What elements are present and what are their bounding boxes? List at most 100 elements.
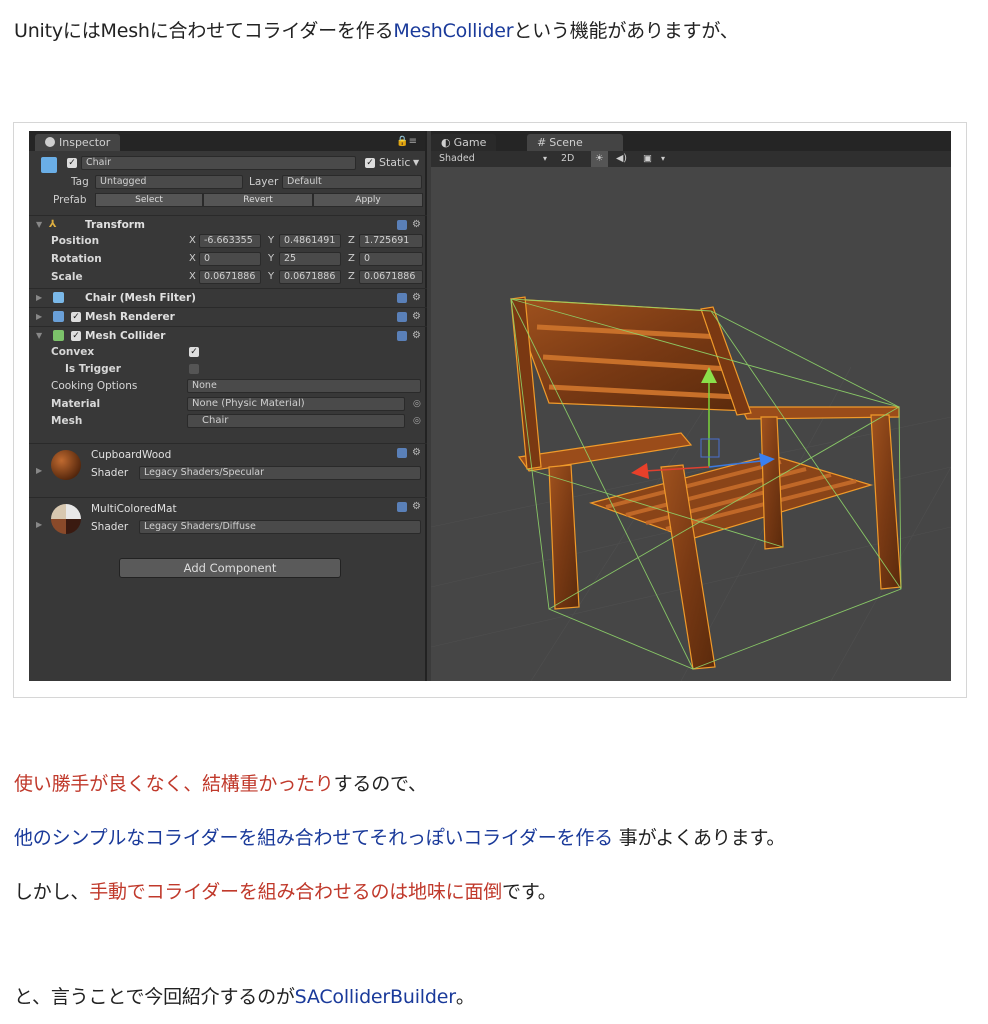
tab-game[interactable]: ◐ Game bbox=[431, 134, 497, 151]
position-x-field[interactable]: -6.663355 bbox=[199, 234, 261, 248]
object-header: ✓ Chair ✓ Static ▼ bbox=[29, 153, 427, 173]
add-component-button[interactable]: Add Component bbox=[119, 558, 341, 578]
mesh-renderer-title: Mesh Renderer bbox=[85, 311, 175, 323]
sacolliderbuilder-link[interactable]: SAColliderBuilder bbox=[295, 986, 456, 1008]
rotation-label: Rotation bbox=[51, 253, 102, 265]
transform-header[interactable]: ▼ ⅄ Transform ⚙ bbox=[29, 215, 427, 233]
scene-viewport[interactable] bbox=[431, 167, 951, 681]
is-trigger-checkbox[interactable] bbox=[189, 364, 199, 374]
inspector-tabbar: Inspector 🔒≡ bbox=[29, 131, 425, 151]
object-picker-icon[interactable]: ◎ bbox=[413, 395, 421, 413]
position-label: Position bbox=[51, 235, 100, 247]
gear-icon[interactable]: ⚙ bbox=[412, 498, 421, 516]
scale-y-field[interactable]: 0.0671886 bbox=[279, 270, 341, 284]
prefab-select-button[interactable]: Select bbox=[95, 193, 203, 207]
tab-scene-label: Scene bbox=[549, 136, 583, 149]
help-icon[interactable] bbox=[397, 448, 407, 458]
shader-dropdown[interactable]: Legacy Shaders/Diffuse bbox=[139, 520, 421, 534]
prefab-label: Prefab bbox=[53, 194, 87, 206]
layer-dropdown[interactable]: Default bbox=[282, 175, 422, 189]
grid-icon: # bbox=[537, 136, 547, 149]
rotation-y-field[interactable]: 25 bbox=[279, 252, 341, 266]
material-cupboardwood[interactable]: ▶ CupboardWood Shader Legacy Shaders/Spe… bbox=[29, 443, 427, 497]
y-axis-label: Y bbox=[268, 253, 275, 264]
shading-dropdown-icon[interactable]: ▾ bbox=[543, 151, 547, 167]
scene-toolbar: Shaded ▾ 2D ☀ ◀) ▣ ▾ bbox=[431, 151, 951, 167]
shading-mode-dropdown[interactable]: Shaded bbox=[439, 151, 475, 167]
help-icon[interactable] bbox=[397, 293, 407, 303]
static-dropdown-icon[interactable]: ▼ bbox=[413, 154, 419, 172]
cooking-options-label: Cooking Options bbox=[51, 380, 138, 392]
lighting-icon[interactable]: ☀ bbox=[591, 151, 608, 167]
body-text: と、言うことで今回紹介するのが bbox=[14, 986, 295, 1008]
help-icon[interactable] bbox=[397, 502, 407, 512]
emphasis-text: 他のシンプルなコライダーを組み合わせてそれっぽいコライダーを作る bbox=[14, 827, 613, 849]
tab-scene[interactable]: # Scene bbox=[527, 134, 623, 151]
material-multicoloredmat[interactable]: ▶ MultiColoredMat Shader Legacy Shaders/… bbox=[29, 497, 427, 547]
mesh-renderer-header[interactable]: ▶ ✓ Mesh Renderer ⚙ bbox=[29, 307, 427, 325]
shader-label: Shader bbox=[91, 467, 129, 479]
unity-editor: Inspector 🔒≡ ✓ Chair ✓ Static ▼ Tag Unta… bbox=[29, 131, 951, 681]
material-name: MultiColoredMat bbox=[91, 503, 177, 515]
prefab-row: Prefab Select Revert Apply bbox=[29, 191, 427, 209]
mesh-field[interactable]: Chair bbox=[187, 414, 405, 428]
intro-paragraph: UnityにはMeshに合わせてコライダーを作るMeshColliderという機… bbox=[14, 18, 739, 44]
chair-model[interactable] bbox=[510, 296, 902, 670]
image-effects-icon[interactable]: ▣ bbox=[643, 151, 652, 167]
help-icon[interactable] bbox=[397, 331, 407, 341]
is-trigger-row: Is Trigger bbox=[29, 360, 427, 378]
body-text: です。 bbox=[502, 881, 557, 903]
emphasis-text: 手動でコライダーを組み合わせるのは地味に面倒 bbox=[89, 881, 503, 903]
mesh-filter-header[interactable]: ▶ Chair (Mesh Filter) ⚙ bbox=[29, 288, 427, 306]
convex-checkbox[interactable]: ✓ bbox=[189, 347, 199, 357]
cooking-options-dropdown[interactable]: None bbox=[187, 379, 421, 393]
position-row: Position X -6.663355 Y 0.4861491 Z 1.725… bbox=[29, 232, 427, 250]
tag-dropdown[interactable]: Untagged bbox=[95, 175, 243, 189]
rotation-z-field[interactable]: 0 bbox=[359, 252, 423, 266]
convex-label: Convex bbox=[51, 346, 95, 358]
gear-icon[interactable]: ⚙ bbox=[412, 308, 421, 326]
tab-game-label: Game bbox=[453, 136, 487, 149]
2d-toggle[interactable]: 2D bbox=[561, 151, 574, 167]
gear-icon[interactable]: ⚙ bbox=[412, 444, 421, 462]
position-z-field[interactable]: 1.725691 bbox=[359, 234, 423, 248]
lock-icon[interactable]: 🔒≡ bbox=[396, 136, 417, 147]
material-field[interactable]: None (Physic Material) bbox=[187, 397, 405, 411]
meshcollider-link[interactable]: MeshCollider bbox=[393, 20, 513, 42]
multicolored-material-icon bbox=[51, 504, 81, 534]
scale-row: Scale X 0.0671886 Y 0.0671886 Z 0.067188… bbox=[29, 268, 427, 286]
y-axis-label: Y bbox=[268, 271, 275, 282]
object-picker-icon[interactable]: ◎ bbox=[413, 412, 421, 430]
position-y-field[interactable]: 0.4861491 bbox=[279, 234, 341, 248]
tab-inspector[interactable]: Inspector bbox=[35, 134, 121, 151]
shader-dropdown[interactable]: Legacy Shaders/Specular bbox=[139, 466, 421, 480]
z-axis-label: Z bbox=[348, 253, 355, 264]
mesh-renderer-icon bbox=[53, 311, 64, 322]
gear-icon[interactable]: ⚙ bbox=[412, 289, 421, 307]
body-line-1: 使い勝手が良くなく、結構重かったりするので、 bbox=[14, 771, 427, 797]
rotation-x-field[interactable]: 0 bbox=[199, 252, 261, 266]
game-controller-icon: ◐ bbox=[441, 136, 451, 149]
gameobject-cube-icon bbox=[41, 157, 57, 173]
prefab-apply-button[interactable]: Apply bbox=[313, 193, 423, 207]
intro-text-2: という機能がありますが、 bbox=[513, 20, 739, 42]
prefab-revert-button[interactable]: Revert bbox=[203, 193, 313, 207]
mesh-label: Mesh bbox=[51, 415, 83, 427]
object-name-field[interactable]: Chair bbox=[81, 156, 356, 170]
mesh-collider-checkbox[interactable]: ✓ bbox=[71, 331, 81, 341]
help-icon[interactable] bbox=[397, 220, 407, 230]
active-checkbox[interactable]: ✓ bbox=[67, 158, 77, 168]
effects-dropdown-icon[interactable]: ▾ bbox=[661, 151, 665, 167]
collapse-triangle-icon: ▶ bbox=[36, 293, 43, 302]
static-label: Static bbox=[379, 156, 411, 169]
audio-icon[interactable]: ◀) bbox=[616, 151, 627, 167]
is-trigger-label: Is Trigger bbox=[65, 363, 121, 375]
help-icon[interactable] bbox=[397, 312, 407, 322]
scale-z-field[interactable]: 0.0671886 bbox=[359, 270, 423, 284]
scale-x-field[interactable]: 0.0671886 bbox=[199, 270, 261, 284]
static-checkbox[interactable]: ✓ bbox=[365, 158, 375, 168]
x-axis-label: X bbox=[189, 271, 196, 282]
mesh-collider-header[interactable]: ▼ ✓ Mesh Collider ⚙ bbox=[29, 326, 427, 344]
mesh-renderer-checkbox[interactable]: ✓ bbox=[71, 312, 81, 322]
mesh-filter-title: Chair (Mesh Filter) bbox=[85, 292, 196, 304]
